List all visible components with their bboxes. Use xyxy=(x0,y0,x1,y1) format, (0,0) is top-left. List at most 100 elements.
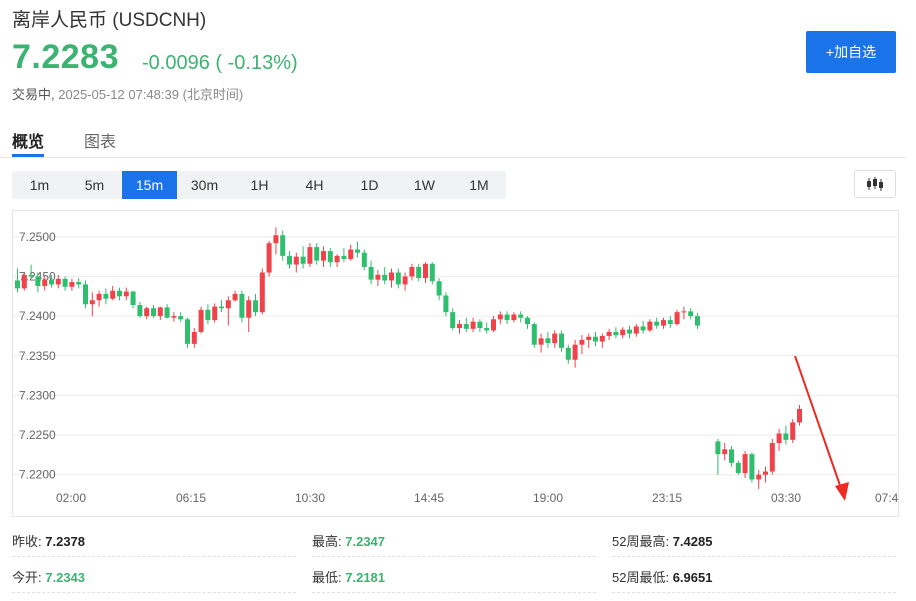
candle-body xyxy=(178,316,184,320)
stat-low-value: 7.2181 xyxy=(345,570,386,585)
candle-body xyxy=(151,308,156,317)
candle-body xyxy=(667,320,673,325)
x-tick-label: 07:4 xyxy=(875,491,898,505)
candle-body xyxy=(722,449,728,455)
candle-body xyxy=(62,278,68,287)
interval-1d[interactable]: 1D xyxy=(342,171,397,199)
candle-body xyxy=(470,321,476,329)
candle-body xyxy=(552,333,558,344)
candle-body xyxy=(368,266,374,280)
stats-divider xyxy=(612,592,896,594)
candle-body xyxy=(96,293,102,301)
interval-selector: 1m 5m 15m 30m 1H 4H 1D 1W 1M xyxy=(12,171,506,199)
interval-5m[interactable]: 5m xyxy=(67,171,122,199)
candle-body xyxy=(239,293,245,318)
stat-high: 最高: 7.2347 xyxy=(312,531,385,550)
last-price: 7.2283 xyxy=(12,38,119,76)
candle-body xyxy=(756,474,762,480)
interval-1w[interactable]: 1W xyxy=(397,171,452,199)
candle-body xyxy=(613,331,619,336)
y-tick-label: 7.2350 xyxy=(19,349,56,363)
stat-52w-low-label: 52周最低: xyxy=(612,570,670,585)
chart-type-button[interactable] xyxy=(854,170,896,198)
candle-body xyxy=(681,311,687,313)
interval-15m[interactable]: 15m xyxy=(122,171,177,199)
candle-body xyxy=(749,454,755,480)
y-tick-label: 7.2300 xyxy=(19,388,56,402)
stats-divider xyxy=(12,592,296,594)
tab-chart[interactable]: 图表 xyxy=(84,128,116,152)
interval-1h[interactable]: 1H xyxy=(232,171,287,199)
candle-body xyxy=(654,321,660,326)
candle-body xyxy=(355,249,360,253)
candle-body xyxy=(423,263,428,279)
candle-body xyxy=(69,282,75,287)
candle-body xyxy=(273,235,279,244)
instrument-title: 离岸人民币 (USDCNH) xyxy=(12,10,207,31)
stats-divider xyxy=(312,556,596,558)
y-tick-label: 7.2250 xyxy=(19,428,56,442)
stat-high-label: 最高: xyxy=(312,534,342,549)
candle-body xyxy=(620,329,626,336)
candle-body xyxy=(15,280,20,289)
candle-body xyxy=(246,300,252,318)
candle-body xyxy=(83,284,88,305)
candle-body xyxy=(647,321,653,331)
candle-body xyxy=(790,422,796,440)
x-tick-label: 14:45 xyxy=(414,491,444,505)
stats-divider xyxy=(12,556,296,558)
y-tick-label: 7.2200 xyxy=(19,468,56,482)
candle-body xyxy=(144,308,150,317)
candle-body xyxy=(715,441,721,455)
add-watchlist-button[interactable]: +加自选 xyxy=(806,31,896,73)
x-tick-label: 23:15 xyxy=(652,491,682,505)
price-chart[interactable]: 7.25007.24507.24007.23507.23007.22507.22… xyxy=(12,210,899,517)
candle-body xyxy=(76,282,82,285)
candle-body xyxy=(35,276,41,286)
stat-prev-close: 昨收: 7.2378 xyxy=(12,531,85,550)
stat-low: 最低: 7.2181 xyxy=(312,567,385,586)
candle-body xyxy=(130,291,136,306)
candle-body xyxy=(219,306,224,309)
stat-open: 今开: 7.2343 xyxy=(12,567,85,586)
candle-body xyxy=(110,290,116,299)
candle-body xyxy=(89,300,95,305)
candle-body xyxy=(287,255,292,265)
x-tick-label: 19:00 xyxy=(533,491,563,505)
candle-body xyxy=(769,443,775,472)
x-tick-label: 03:30 xyxy=(771,491,801,505)
stats-divider xyxy=(612,556,896,558)
candle-body xyxy=(633,326,639,334)
candle-body xyxy=(450,312,456,329)
stat-open-value: 7.2343 xyxy=(45,570,86,585)
candle-body xyxy=(729,449,734,463)
interval-1m-month[interactable]: 1M xyxy=(452,171,506,199)
candle-body xyxy=(586,336,592,340)
candle-body xyxy=(28,274,34,277)
candle-body xyxy=(504,314,510,321)
candle-body xyxy=(661,320,666,326)
tab-overview[interactable]: 概览 xyxy=(12,128,44,152)
candle-body xyxy=(402,276,408,285)
candle-body xyxy=(327,251,333,263)
candle-body xyxy=(477,321,483,329)
candle-body xyxy=(259,272,265,313)
stat-52w-high-label: 52周最高: xyxy=(612,534,670,549)
candle-body xyxy=(797,408,802,423)
candle-body xyxy=(525,317,530,325)
stat-high-value: 7.2347 xyxy=(345,534,386,549)
interval-4h[interactable]: 4H xyxy=(287,171,342,199)
candle-body xyxy=(484,328,490,331)
x-tick-label: 10:30 xyxy=(295,491,325,505)
candle-body xyxy=(314,247,320,261)
interval-30m[interactable]: 30m xyxy=(177,171,232,199)
candle-body xyxy=(137,305,143,317)
candle-body xyxy=(375,274,381,280)
candle-body xyxy=(49,279,54,285)
candlestick-chart: 7.25007.24507.24007.23507.23007.22507.22… xyxy=(13,227,899,505)
candle-body xyxy=(511,314,517,321)
candle-body xyxy=(21,274,27,289)
candle-body xyxy=(559,333,564,348)
interval-1m[interactable]: 1m xyxy=(12,171,67,199)
y-tick-label: 7.2400 xyxy=(19,309,56,323)
